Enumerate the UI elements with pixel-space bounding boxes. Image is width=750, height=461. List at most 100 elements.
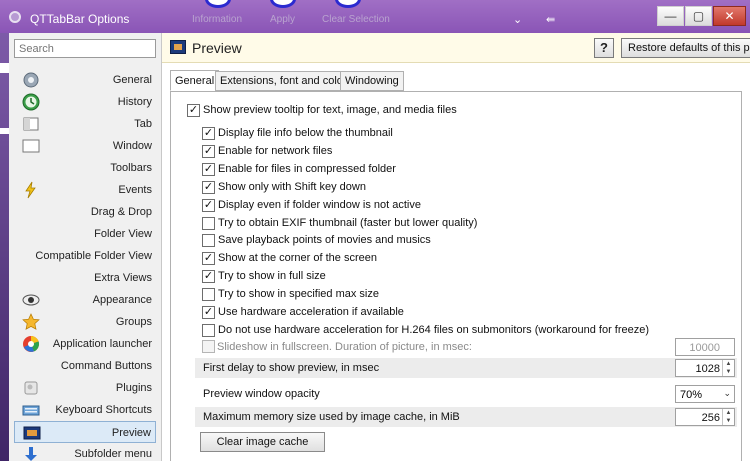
tab-windowing[interactable]: Windowing — [340, 71, 404, 91]
sidebar-item-keyboard-shortcuts[interactable]: Keyboard Shortcuts — [14, 399, 156, 421]
stepper-arrows[interactable]: ▲ ▼ — [722, 409, 734, 425]
sidebar-item-drag-drop[interactable]: Drag & Drop — [14, 201, 156, 223]
checkbox-label: Enable for network files — [218, 144, 333, 157]
up-arrow-icon[interactable]: ▲ — [723, 409, 734, 417]
star-icon — [22, 313, 40, 331]
drag-drop-icon — [22, 203, 40, 221]
maximize-button[interactable]: ▢ — [685, 6, 712, 26]
checkbox[interactable]: ✓ — [187, 104, 200, 117]
sidebar-item-label: Extra Views — [94, 272, 152, 284]
checkbox[interactable]: ✓ — [202, 252, 215, 266]
sidebar-item-label: Drag & Drop — [90, 206, 152, 218]
desktop-background — [0, 33, 9, 461]
sidebar: General History Tab Window Toolbars Events Dra… — [9, 33, 162, 461]
checkbox[interactable] — [202, 216, 215, 230]
checkbox[interactable]: ✓ — [202, 270, 215, 284]
sidebar-nav: General History Tab Window Toolbars Events Dra… — [14, 69, 156, 461]
checkbox — [202, 340, 215, 353]
dropdown-value[interactable]: 70% — [680, 389, 702, 401]
background-circle-icon — [270, 0, 296, 8]
chevron-down-icon[interactable]: ⌄ — [513, 13, 522, 26]
sidebar-item-application-launcher[interactable]: Application launcher — [14, 333, 156, 355]
first-delay-label: First delay to show preview, in msec — [203, 362, 380, 374]
max-memory-row: Maximum memory size used by image cache,… — [195, 407, 737, 427]
close-button[interactable]: ✕ — [713, 6, 746, 26]
sidebar-item-label: Compatible Folder View — [35, 250, 152, 262]
max-memory-stepper[interactable]: 256 ▲ ▼ — [675, 408, 735, 426]
checkbox-label: Enable for files in compressed folder — [218, 162, 396, 175]
checkbox-label: Try to obtain EXIF thumbnail (faster but… — [218, 216, 478, 229]
background-text: Apply — [270, 14, 296, 25]
pin-icon[interactable]: ⇚ — [546, 13, 555, 26]
sidebar-item-appearance[interactable]: Appearance — [14, 289, 156, 311]
checkbox-label: Save playback points of movies and music… — [218, 234, 431, 247]
help-button[interactable]: ? — [594, 38, 614, 58]
sidebar-item-groups[interactable]: Groups — [14, 311, 156, 333]
sidebar-item-folder-view[interactable]: Folder View — [14, 223, 156, 245]
checkbox[interactable]: ✓ — [202, 127, 215, 140]
stepper-value[interactable]: 1028 — [696, 363, 720, 375]
slideshow-label: Slideshow in fullscreen. Duration of pic… — [217, 341, 472, 353]
checkbox[interactable]: ✓ — [202, 180, 215, 194]
history-icon — [22, 93, 40, 111]
tab-extensions-font-color[interactable]: Extensions, font and color — [215, 71, 352, 91]
chevron-down-icon[interactable]: ⌄ — [723, 388, 731, 399]
folder-view-icon — [22, 225, 40, 243]
command-buttons-icon — [22, 357, 40, 375]
extra-views-icon — [22, 269, 40, 287]
checkbox[interactable]: ✓ — [202, 162, 215, 176]
down-arrow-icon[interactable]: ▼ — [723, 368, 734, 376]
page-title: Preview — [192, 40, 242, 56]
opacity-dropdown[interactable]: 70% ⌄ — [675, 385, 735, 403]
sidebar-item-events[interactable]: Events — [14, 179, 156, 201]
preview-icon — [170, 40, 186, 54]
sidebar-item-label: Groups — [115, 316, 152, 328]
sidebar-item-command-buttons[interactable]: Command Buttons — [14, 355, 156, 377]
sidebar-item-general[interactable]: General — [14, 69, 156, 91]
keyboard-icon — [22, 401, 40, 419]
sidebar-item-label: General — [112, 74, 152, 86]
sidebar-item-subfolder-menu[interactable]: Subfolder menu — [14, 443, 156, 461]
sidebar-item-label: History — [117, 96, 152, 108]
sidebar-item-label: Window — [112, 140, 152, 152]
sidebar-item-tab[interactable]: Tab — [14, 113, 156, 135]
slideshow-row: Slideshow in fullscreen. Duration of pic… — [195, 337, 737, 357]
sidebar-item-compatible-folder-view[interactable]: Compatible Folder View — [14, 245, 156, 267]
sidebar-item-label: Application launcher — [52, 338, 152, 350]
sidebar-item-preview[interactable]: Preview — [14, 421, 156, 443]
checkbox[interactable] — [202, 234, 215, 248]
stepper-value[interactable]: 256 — [702, 412, 720, 424]
lightning-icon — [22, 181, 40, 199]
checkbox-label: Try to show in specified max size — [218, 288, 379, 301]
sidebar-item-history[interactable]: History — [14, 91, 156, 113]
opacity-row: Preview window opacity 70% ⌄ — [195, 384, 737, 404]
checkbox[interactable] — [202, 288, 215, 302]
sidebar-item-window[interactable]: Window — [14, 135, 156, 157]
first-delay-stepper[interactable]: 1028 ▲ ▼ — [675, 359, 735, 377]
checkbox[interactable]: ✓ — [202, 144, 215, 158]
up-arrow-icon[interactable]: ▲ — [723, 360, 734, 368]
tab-icon — [22, 115, 40, 133]
sidebar-item-label: Events — [118, 184, 152, 196]
eye-icon — [22, 291, 40, 309]
background-circle-icon — [335, 0, 361, 8]
sidebar-item-plugins[interactable]: Plugins — [14, 377, 156, 399]
down-arrow-icon[interactable]: ▼ — [723, 417, 734, 425]
sidebar-item-extra-views[interactable]: Extra Views — [14, 267, 156, 289]
clear-image-cache-button[interactable]: Clear image cache — [200, 432, 325, 452]
tab-general[interactable]: General — [170, 70, 220, 91]
sidebar-item-toolbars[interactable]: Toolbars — [14, 157, 156, 179]
toolbars-icon — [22, 159, 40, 177]
sidebar-item-label: Plugins — [115, 382, 152, 394]
minimize-button[interactable]: — — [657, 6, 684, 26]
restore-defaults-button[interactable]: Restore defaults of this page — [621, 38, 750, 58]
checkbox[interactable]: ✓ — [202, 306, 215, 319]
search-input[interactable] — [14, 39, 156, 58]
plugins-icon — [22, 379, 40, 397]
checkbox[interactable]: ✓ — [202, 198, 215, 212]
stepper-arrows[interactable]: ▲ ▼ — [722, 360, 734, 376]
checkbox-label: Show preview tooltip for text, image, an… — [203, 104, 457, 116]
checkbox[interactable] — [202, 323, 215, 337]
desktop-fragment — [0, 63, 9, 73]
sidebar-item-label: Subfolder menu — [74, 448, 152, 460]
